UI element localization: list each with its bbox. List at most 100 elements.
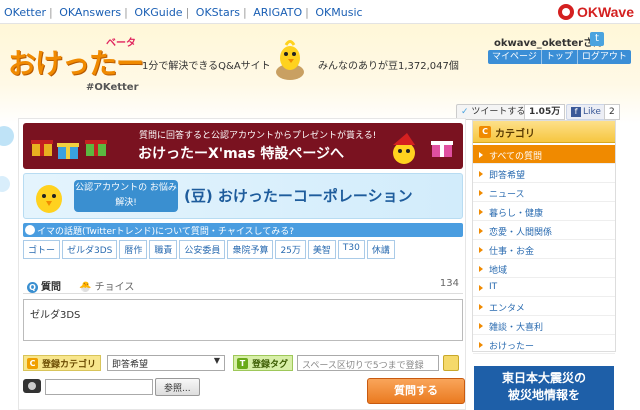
gift-icon — [431, 141, 453, 157]
nav-link-oketter[interactable]: OKetter — [4, 6, 46, 19]
question-icon: Q — [27, 282, 38, 293]
tweet-button[interactable]: ✓ ツイートする — [456, 104, 531, 120]
sidebar-item-region[interactable]: 地域 — [473, 259, 615, 278]
trend-tag[interactable]: 公安委員 — [179, 240, 226, 259]
browse-button[interactable]: 参照... — [155, 378, 200, 396]
logout-link[interactable]: ログアウト — [578, 50, 631, 64]
sidebar-item-news[interactable]: ニュース — [473, 183, 615, 202]
xmas-banner-subtitle: 質問に回答すると公認アカウントからプレゼントが貰える! — [139, 131, 377, 141]
trend-tag[interactable]: 25万 — [275, 240, 306, 259]
sidebar-item-life[interactable]: 暮らし・健康 — [473, 202, 615, 221]
arigamame-count: みんなのありが豆1,372,047個 — [318, 61, 459, 72]
twitter-bird-icon — [25, 225, 35, 235]
sidebar-item-sokuto[interactable]: 即答希望 — [473, 164, 615, 183]
top-link[interactable]: トップ — [542, 50, 578, 64]
okwave-ring-icon — [557, 4, 574, 20]
corp-banner-bubble: 公認アカウントの お悩み解決! — [74, 180, 178, 212]
sidebar-item-it[interactable]: IT — [473, 278, 615, 297]
nav-link-okmusic[interactable]: OKMusic — [315, 6, 362, 19]
gift-icon — [31, 140, 53, 156]
tag-input[interactable]: スペース区切りで5つまで登録 — [297, 355, 439, 371]
like-button-label: Like — [583, 107, 601, 117]
file-input[interactable] — [45, 379, 153, 395]
char-count: 134 — [439, 278, 459, 289]
quake-line-1: 東日本大震災の — [501, 371, 586, 385]
site-tagline: 1分で解決できるQ&Aサイト — [142, 61, 271, 72]
category-select-value: 即答希望 — [112, 360, 149, 370]
submit-question-button[interactable]: 質問する — [367, 378, 465, 404]
category-icon: C — [27, 358, 38, 369]
sidebar-item-all[interactable]: すべての質問 — [473, 145, 615, 164]
facebook-like-button[interactable]: f Like — [566, 104, 606, 120]
category-label-text: 登録カテゴリ — [42, 360, 97, 370]
category-label: C 登録カテゴリ — [23, 355, 102, 371]
tag-label: T 登録タグ — [233, 355, 294, 371]
tab-choice[interactable]: 🐣 チョイス — [79, 278, 134, 293]
trend-header: イマの話題(Twitterトレンド)について質問・チャイスしてみる? — [23, 223, 463, 237]
question-tabs: Q 質問 🐣 チョイス 134 — [23, 274, 463, 294]
oketter-hashtag: #OKetter — [86, 82, 139, 93]
nav-link-okstars[interactable]: OKStars — [196, 6, 240, 19]
trend-tag[interactable]: T30 — [337, 240, 365, 259]
twitter-icon: ✓ — [461, 107, 469, 117]
trend-tag[interactable]: ゼルダ3DS — [62, 240, 118, 259]
nav-link-okanswers[interactable]: OKAnswers — [59, 6, 121, 19]
tag-label-text: 登録タグ — [252, 360, 289, 370]
category-icon: C — [479, 126, 491, 138]
sidebar-item-work[interactable]: 仕事・お金 — [473, 240, 615, 259]
tab-question-label: 質問 — [41, 282, 61, 293]
tag-icon: T — [237, 358, 248, 369]
quake-line-2: 被災地情報を — [507, 388, 580, 402]
tweet-count: 1.05万 — [524, 104, 566, 120]
chick-mascot-icon — [276, 40, 304, 80]
trend-tag[interactable]: 休講 — [366, 240, 395, 259]
tag-add-button[interactable] — [443, 355, 459, 371]
chick-mascot-icon — [36, 185, 62, 213]
like-count: 2 — [604, 104, 620, 120]
twitter-bird-icon: t — [590, 32, 604, 46]
tab-choice-label: チョイス — [94, 282, 135, 293]
site-links: OKetter | OKAnswers | OKGuide | OKStars | AR… — [4, 6, 363, 19]
trend-tag[interactable]: 衆院予算 — [227, 240, 274, 259]
chevron-down-icon: ▼ — [213, 356, 220, 365]
sidebar-item-entame[interactable]: エンタメ — [473, 297, 615, 316]
okwave-brand-text: OKWave — [576, 4, 634, 20]
top-nav: OKetter | OKAnswers | OKGuide | OKStars | AR… — [0, 0, 640, 24]
nav-link-arigato[interactable]: ARIGATO — [253, 6, 302, 19]
corporation-banner[interactable]: 公認アカウントの お悩み解決! (豆) おけったーコーポレーション — [23, 173, 463, 219]
corp-banner-title: (豆) おけったーコーポレーション — [184, 187, 413, 205]
gift-icon — [85, 140, 107, 156]
sidebar-item-chat[interactable]: 雑談・大喜利 — [473, 316, 615, 335]
category-select[interactable]: 即答希望 ▼ — [107, 355, 225, 371]
decorative-bubble-icon — [0, 126, 14, 192]
earthquake-info-banner[interactable]: 東日本大震災の 被災地情報を — [474, 366, 614, 410]
main-content: 質問に回答すると公認アカウントからプレゼントが貰える! おけったーX'mas 特… — [18, 118, 466, 410]
trend-tag[interactable]: ゴトー — [23, 240, 61, 259]
xmas-banner[interactable]: 質問に回答すると公認アカウントからプレゼントが貰える! おけったーX'mas 特… — [23, 123, 463, 169]
trend-tag[interactable]: 暦作 — [119, 240, 148, 259]
trend-tags: ゴトー ゼルダ3DS 暦作 職責 公安委員 衆院予算 25万 美智 T30 休講 — [23, 240, 395, 259]
sidebar-item-love[interactable]: 恋愛・人間関係 — [473, 221, 615, 240]
trend-tag[interactable]: 職責 — [149, 240, 178, 259]
category-sidebar: C カテゴリ すべての質問 即答希望 ニュース 暮らし・健康 恋愛・人間関係 仕事… — [472, 120, 616, 354]
tab-question[interactable]: Q 質問 — [27, 278, 61, 293]
tweet-button-label: ツイートする — [471, 107, 526, 117]
xmas-banner-title: おけったーX'mas 特設ページへ — [138, 146, 345, 162]
sidebar-item-oketter[interactable]: おけったー — [473, 335, 615, 354]
sidebar-title: C カテゴリ — [473, 121, 615, 143]
username[interactable]: okwave_oketterさん — [494, 34, 603, 49]
trend-tag[interactable]: 美智 — [307, 240, 336, 259]
camera-icon — [23, 379, 41, 393]
nav-link-okguide[interactable]: OKGuide — [134, 6, 182, 19]
question-input[interactable]: ゼルダ3DS — [23, 299, 463, 341]
site-header: おけったー ベータ #OKetter 1分で解決できるQ&Aサイト みんなのあり… — [0, 24, 640, 124]
sidebar-title-text: カテゴリ — [495, 129, 535, 140]
facebook-icon: f — [571, 107, 581, 117]
trend-title: イマの話題(Twitterトレンド)について質問・チャイスしてみる? — [37, 227, 295, 237]
user-menu: マイページ トップ ログアウト — [488, 50, 631, 64]
category-list: すべての質問 即答希望 ニュース 暮らし・健康 恋愛・人間関係 仕事・お金 地域… — [473, 145, 615, 354]
beta-badge: ベータ — [106, 38, 136, 49]
okwave-logo[interactable]: OKWave — [557, 3, 634, 21]
mypage-link[interactable]: マイページ — [488, 50, 542, 64]
gift-icon — [57, 143, 79, 159]
